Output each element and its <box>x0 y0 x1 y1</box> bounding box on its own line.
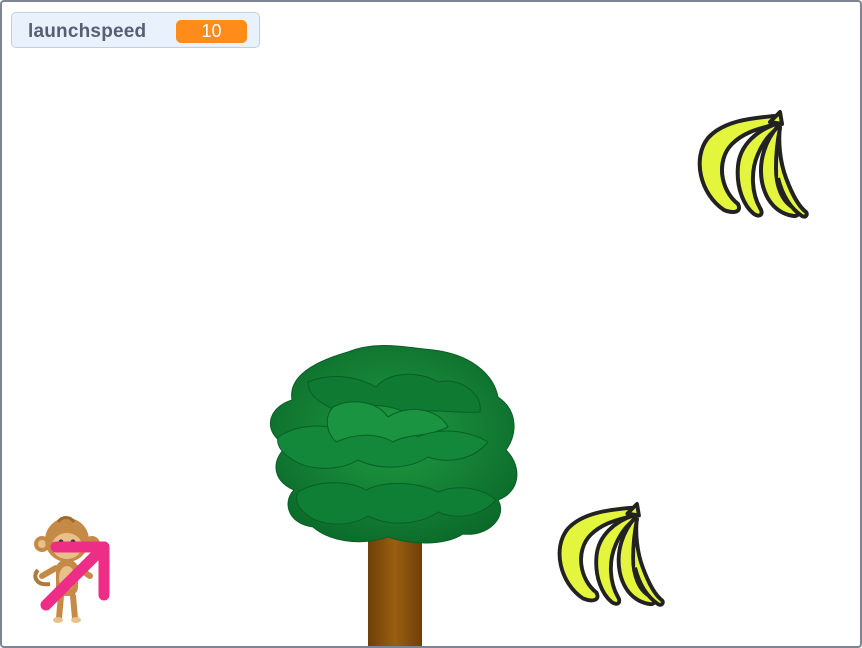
tree-trunk <box>368 527 422 646</box>
tree-sprite[interactable] <box>258 342 528 648</box>
game-stage[interactable]: launchspeed 10 <box>0 0 862 648</box>
variable-value: 10 <box>176 20 247 43</box>
tree-foliage <box>270 345 518 544</box>
banana-sprite-bottom[interactable] <box>554 502 666 610</box>
variable-name: launchspeed <box>28 21 147 42</box>
aim-arrow-icon[interactable] <box>38 537 116 615</box>
variable-monitor: launchspeed 10 <box>11 12 260 48</box>
banana-sprite-top[interactable] <box>694 110 810 222</box>
